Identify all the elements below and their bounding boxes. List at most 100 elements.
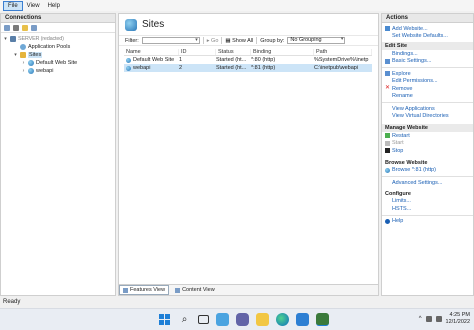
chat-icon[interactable] [236,313,249,326]
folder-icon [20,52,26,58]
tray-chevron-icon[interactable]: ^ [419,316,422,322]
globe-icon [126,65,131,71]
tree-node-app-pools[interactable]: Application Pools [1,43,115,51]
globe-icon [28,68,34,74]
limits-link[interactable]: Limits... [382,198,473,206]
site-binding: *:81 (http) [251,65,276,71]
page-title: Sites [142,19,165,30]
start-icon[interactable] [158,313,171,326]
hsts-link[interactable]: HSTS... [382,205,473,213]
site-path: C:\inetpub\webapi [314,65,359,71]
tree-node-sites[interactable]: ▾ Sites [1,51,115,59]
menu-help[interactable]: Help [44,2,64,10]
explore-link[interactable]: Explore [382,70,473,78]
menu-bar: File View Help [0,0,474,11]
go-button[interactable]: ▸ Go [207,38,219,44]
column-header-binding[interactable]: Binding [251,48,314,55]
refresh-icon[interactable] [31,24,37,31]
file-explorer-icon[interactable] [256,313,269,326]
edit-site-header: Edit Site [382,42,473,50]
iis-manager-icon[interactable] [316,313,329,326]
divider [382,176,473,177]
edge-icon[interactable] [276,313,289,326]
view-applications-link[interactable]: View Applications [382,105,473,113]
table-row[interactable]: Default Web Site 1 Started (ht... *:80 (… [124,56,372,64]
sites-icon [125,18,137,31]
table-header: Name ID Status Binding Path [124,48,372,56]
widgets-icon[interactable] [216,313,229,326]
column-header-path[interactable]: Path [314,48,372,55]
system-tray: ^ 4:25 PM 12/1/2022 [419,312,470,326]
help-icon [385,218,390,224]
network-icon[interactable] [425,316,432,322]
tab-features-view[interactable]: Features View [119,285,170,295]
expand-arrow-icon[interactable]: › [21,68,26,74]
globe-icon [28,60,34,66]
edit-permissions-link[interactable]: Edit Permissions... [382,78,473,86]
view-tabs: Features View Content View [119,284,378,295]
menu-view[interactable]: View [23,2,44,10]
menu-file[interactable]: File [3,0,23,11]
view-virtual-directories-link[interactable]: View Virtual Directories [382,113,473,121]
task-view-icon[interactable] [198,315,209,324]
restart-link[interactable]: Restart [382,132,473,140]
status-text: Ready [3,299,21,305]
browse-link[interactable]: Browse *:81 (http) [382,167,473,175]
help-link[interactable]: Help [382,218,473,226]
show-all-button[interactable]: ▦ Show All [225,38,253,44]
divider [221,37,223,44]
divider [202,37,204,44]
site-status: Started (ht... [216,57,247,63]
sites-panel: Sites Filter: ▾ ▸ Go ▦ Show All Group by… [118,13,379,296]
tree-node-webapi[interactable]: › webapi [1,67,115,75]
tree-node-server[interactable]: ▾ SERVER (redacted) [1,35,115,43]
tree-node-default-web-site[interactable]: › Default Web Site [1,59,115,67]
tree-node-label: SERVER (redacted) [18,36,64,42]
connections-tree: ▾ SERVER (redacted) Application Pools ▾ … [1,33,115,75]
app-pool-icon [20,44,26,50]
explore-icon [385,71,390,77]
connect-icon[interactable] [4,24,10,31]
tab-content-view[interactable]: Content View [171,285,219,295]
filter-input[interactable]: ▾ [141,37,200,44]
stop-icon [385,148,390,154]
folder-icon[interactable] [22,24,28,31]
sites-table: Name ID Status Binding Path Default Web … [124,48,372,72]
stop-link[interactable]: Stop [382,147,473,155]
expand-arrow-icon[interactable]: › [21,60,26,66]
add-website-link[interactable]: Add Website... [382,25,473,33]
manage-website-header: Manage Website [382,124,473,132]
expand-arrow-icon[interactable]: ▾ [3,36,8,42]
set-website-defaults-link[interactable]: Set Website Defaults... [382,33,473,41]
basic-settings-link[interactable]: Basic Settings... [382,58,473,66]
column-header-status[interactable]: Status [216,48,251,55]
connections-panel: Connections ▾ SERVER (redacted) Applicat… [0,13,116,296]
tree-node-label: Default Web Site [36,60,78,66]
store-icon[interactable] [296,313,309,326]
search-icon[interactable]: ⌕ [178,313,191,326]
advanced-settings-link[interactable]: Advanced Settings... [382,179,473,187]
chevron-down-icon[interactable]: ▾ [341,37,344,42]
remove-link[interactable]: ✕ Remove [382,85,473,93]
status-bar: Ready [0,297,474,307]
save-icon[interactable] [13,24,19,31]
rename-link[interactable]: Rename [382,93,473,101]
site-path: %SystemDrive%\inetp [314,57,369,63]
column-header-id[interactable]: ID [179,48,216,55]
browse-website-header: Browse Website [385,159,428,166]
divider [382,67,473,68]
site-name: Default Web Site [133,57,175,63]
site-id: 1 [179,57,183,63]
table-row[interactable]: webapi 2 Started (ht... *:81 (http) C:\i… [124,64,372,72]
group-by-select[interactable]: No Grouping ▾ [287,37,346,44]
clock[interactable]: 4:25 PM 12/1/2022 [446,312,470,326]
restart-icon [385,133,390,139]
volume-icon[interactable] [435,316,442,322]
site-status: Started (ht... [216,65,247,71]
bindings-link[interactable]: Bindings... [382,50,473,58]
start-link[interactable]: Start [382,140,473,148]
column-header-name[interactable]: Name [124,48,179,55]
expand-arrow-icon[interactable]: ▾ [13,52,18,58]
chevron-down-icon[interactable]: ▾ [195,37,198,43]
connections-toolbar [1,23,115,33]
